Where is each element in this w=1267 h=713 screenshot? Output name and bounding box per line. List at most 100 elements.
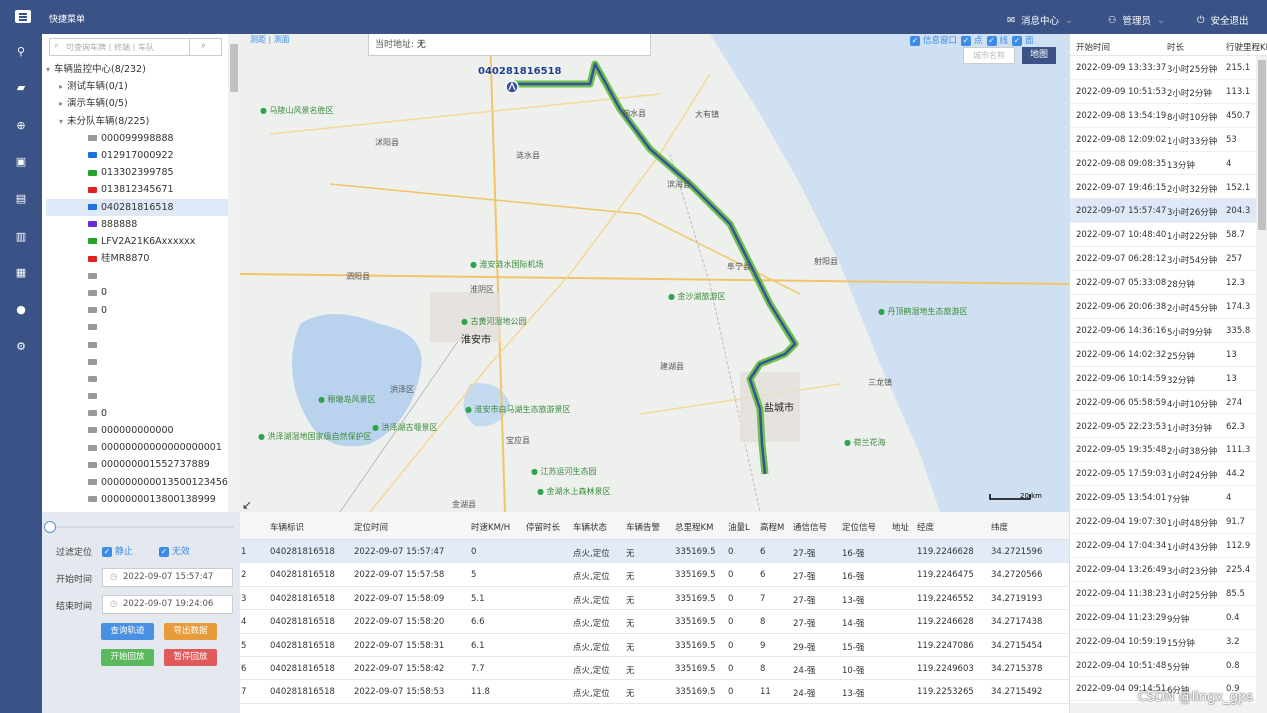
history-row[interactable]: 2022-09-05 17:59:03 1小时24分钟 44.2: [1070, 462, 1256, 487]
table-row[interactable]: 5 040281816518 2022-09-07 15:58:31 6.1 点火,定位…: [240, 634, 1069, 657]
map-poi[interactable]: ● 金湖水上森林景区: [537, 486, 611, 497]
history-row[interactable]: 2022-09-06 10:14:59 32分钟 13: [1070, 367, 1256, 391]
tree-node[interactable]: [46, 370, 228, 387]
history-row[interactable]: 2022-09-04 13:26:49 3小时23分钟 225.4: [1070, 558, 1256, 582]
history-row[interactable]: 2022-09-05 19:35:48 2小时38分钟 111.3: [1070, 438, 1256, 463]
column-header[interactable]: 总里程KM: [675, 521, 713, 533]
map-poi[interactable]: ● 马陵山风景名胜区: [260, 105, 334, 116]
map-poi[interactable]: ● 丹顶鹤湿地生态旅游区: [878, 306, 968, 317]
expand-icon[interactable]: ▾: [59, 117, 63, 126]
tree-node[interactable]: 040281816518: [46, 198, 228, 216]
tree-node[interactable]: 013302399785: [46, 164, 228, 181]
history-row[interactable]: 2022-09-08 12:09:02 1小时33分钟 53: [1070, 128, 1256, 152]
history-row[interactable]: 2022-09-09 10:51:53 2小时2分钟 113.1: [1070, 80, 1256, 104]
tree-node[interactable]: 013812345671: [46, 181, 228, 198]
history-column-header[interactable]: 开始时间: [1076, 41, 1110, 53]
report-icon[interactable]: ▤: [15, 193, 27, 205]
tree-node[interactable]: 000000000000: [46, 422, 228, 439]
layer-toggle[interactable]: ✓ 信息窗口: [910, 34, 957, 46]
column-header[interactable]: 通信信号: [793, 521, 827, 533]
map-poi[interactable]: ● 古黄河湿地公园: [461, 316, 527, 327]
column-header[interactable]: 时速KM/H: [471, 521, 510, 533]
tree-node[interactable]: 000099998888: [46, 130, 228, 147]
start-playback-button[interactable]: 开始回放: [101, 649, 154, 666]
history-row[interactable]: 2022-09-06 14:02:32 25分钟 13: [1070, 343, 1256, 367]
map-view[interactable]: 淮安市 盐城市 宝应县 涟水县 滨海县 响水县 阜宁县 沭阳县 泗阳县 建湖县 射阳县 淮阴区 洪泽区金…: [240, 34, 1069, 512]
export-data-button[interactable]: 导出数据: [164, 623, 217, 640]
tree-node[interactable]: 0: [46, 302, 228, 319]
tree-node[interactable]: 000000000013500123456: [46, 474, 228, 491]
query-track-button[interactable]: 查询轨迹: [101, 623, 154, 640]
column-header[interactable]: 高程M: [760, 521, 784, 533]
map-poi[interactable]: ● 洪泽湖湿地国家级自然保护区: [258, 431, 372, 442]
end-time-input[interactable]: ◷ 2022-09-07 19:24:06: [102, 595, 233, 614]
table-row[interactable]: 3 040281816518 2022-09-07 15:58:09 5.1 点火,定位…: [240, 587, 1069, 611]
history-row[interactable]: 2022-09-04 19:07:30 1小时48分钟 91.7: [1070, 510, 1256, 534]
table-row[interactable]: 7 040281816518 2022-09-07 15:58:53 11.8 点火,定…: [240, 680, 1069, 704]
playback-slider[interactable]: [44, 521, 234, 533]
tree-node[interactable]: ▾ 车辆监控中心(8/232): [46, 61, 228, 78]
plus-circle-icon[interactable]: ⊕: [15, 120, 27, 132]
tree-node[interactable]: 012917000922: [46, 147, 228, 164]
layer-toggle[interactable]: ✓ 线: [986, 34, 1008, 46]
column-header[interactable]: 车辆状态: [573, 521, 607, 533]
table-row[interactable]: 1 040281816518 2022-09-07 15:57:47 0 点火,定位 无 3…: [240, 540, 1069, 564]
briefcase-icon[interactable]: ▣: [15, 156, 27, 168]
table-row[interactable]: 6 040281816518 2022-09-07 15:58:42 7.7 点火,定位…: [240, 657, 1069, 681]
search-button[interactable]: ⌕: [189, 39, 221, 55]
history-row[interactable]: 2022-09-04 10:59:19 15分钟 3.2: [1070, 630, 1256, 654]
history-row[interactable]: 2022-09-08 13:54:19 8小时10分钟 450.7: [1070, 104, 1256, 128]
quick-menu-title[interactable]: 快捷菜单: [49, 12, 85, 25]
column-header[interactable]: 经度: [917, 521, 934, 533]
column-header[interactable]: 地址: [892, 521, 909, 533]
history-row[interactable]: 2022-09-06 05:58:59 4小时10分钟 274: [1070, 391, 1256, 415]
history-row[interactable]: 2022-09-04 11:38:23 1小时25分钟 85.5: [1070, 582, 1256, 606]
map-poi[interactable]: ● 穆墩岛风景区: [318, 394, 376, 405]
layer-toggle[interactable]: ✓ 点: [961, 34, 983, 46]
map-type-button[interactable]: 地图: [1022, 47, 1056, 64]
tree-node[interactable]: [46, 319, 228, 336]
truck-icon[interactable]: ▰: [15, 82, 27, 94]
expand-icon[interactable]: ▾: [46, 65, 50, 74]
column-header[interactable]: 纬度: [991, 521, 1008, 533]
history-row[interactable]: 2022-09-04 11:23:29 9分钟 0.4: [1070, 606, 1256, 630]
history-row[interactable]: 2022-09-06 20:06:38 2小时45分钟 174.3: [1070, 295, 1256, 319]
tree-node[interactable]: 桂MR8870: [46, 250, 228, 267]
user-menu[interactable]: ⚇ 管理员 ⌄: [1108, 13, 1165, 28]
history-scrollbar[interactable]: [1256, 56, 1267, 713]
history-row[interactable]: 2022-09-07 06:28:12 3小时54分钟 257: [1070, 247, 1256, 272]
menu-icon[interactable]: [15, 10, 31, 23]
logout-button[interactable]: ⏻ 安全退出: [1197, 13, 1249, 28]
column-header[interactable]: 定位时间: [354, 521, 388, 533]
bar-chart-icon[interactable]: ▥: [15, 231, 27, 243]
map-poi[interactable]: ● 洪泽湖古堰景区: [372, 422, 438, 433]
map-poi[interactable]: ● 淮安市白马湖生态旅游景区: [465, 404, 571, 415]
tree-node[interactable]: 0: [46, 284, 228, 301]
column-header[interactable]: 车辆标识: [270, 521, 304, 533]
city-search-input[interactable]: 城市名称: [963, 47, 1015, 64]
history-row[interactable]: 2022-09-08 09:08:35 13分钟 4: [1070, 152, 1256, 176]
vehicle-search-input[interactable]: ⌕ 可查询车牌丨终端丨车队 ⌕: [49, 38, 222, 56]
user-icon[interactable]: ●: [15, 304, 27, 316]
column-header[interactable]: 停留时长: [526, 521, 560, 533]
tree-node[interactable]: 000000001552737889: [46, 456, 228, 473]
tree-node[interactable]: ▸ 演示车辆(0/5): [46, 95, 228, 112]
collapse-arrow-icon[interactable]: ↙: [242, 498, 252, 512]
collapse-icon[interactable]: ▸: [59, 99, 63, 108]
tree-node[interactable]: 00000000000000000001: [46, 439, 228, 456]
grid-icon[interactable]: ▦: [15, 267, 27, 279]
table-row[interactable]: 2 040281816518 2022-09-07 15:57:58 5 点火,定位 无 3…: [240, 563, 1069, 587]
column-header[interactable]: 定位信号: [842, 521, 876, 533]
static-checkbox[interactable]: ✓ 静止: [102, 544, 133, 557]
invalid-checkbox[interactable]: ✓ 无效: [159, 544, 190, 557]
column-header[interactable]: 油量L: [728, 521, 750, 533]
history-row[interactable]: 2022-09-05 22:23:53 1小时3分钟 62.3: [1070, 415, 1256, 439]
ranging-tool[interactable]: 测距: [250, 35, 266, 44]
history-column-header[interactable]: 行驶里程KM: [1226, 41, 1267, 53]
tree-node[interactable]: [46, 336, 228, 353]
table-row[interactable]: 4 040281816518 2022-09-07 15:58:20 6.6 点火,定位…: [240, 610, 1069, 634]
collapse-icon[interactable]: ▸: [59, 82, 63, 91]
area-tool[interactable]: 测面: [274, 35, 290, 44]
gear-icon[interactable]: ⚙: [15, 341, 27, 353]
history-row[interactable]: 2022-09-04 17:04:34 1小时43分钟 112.9: [1070, 534, 1256, 558]
